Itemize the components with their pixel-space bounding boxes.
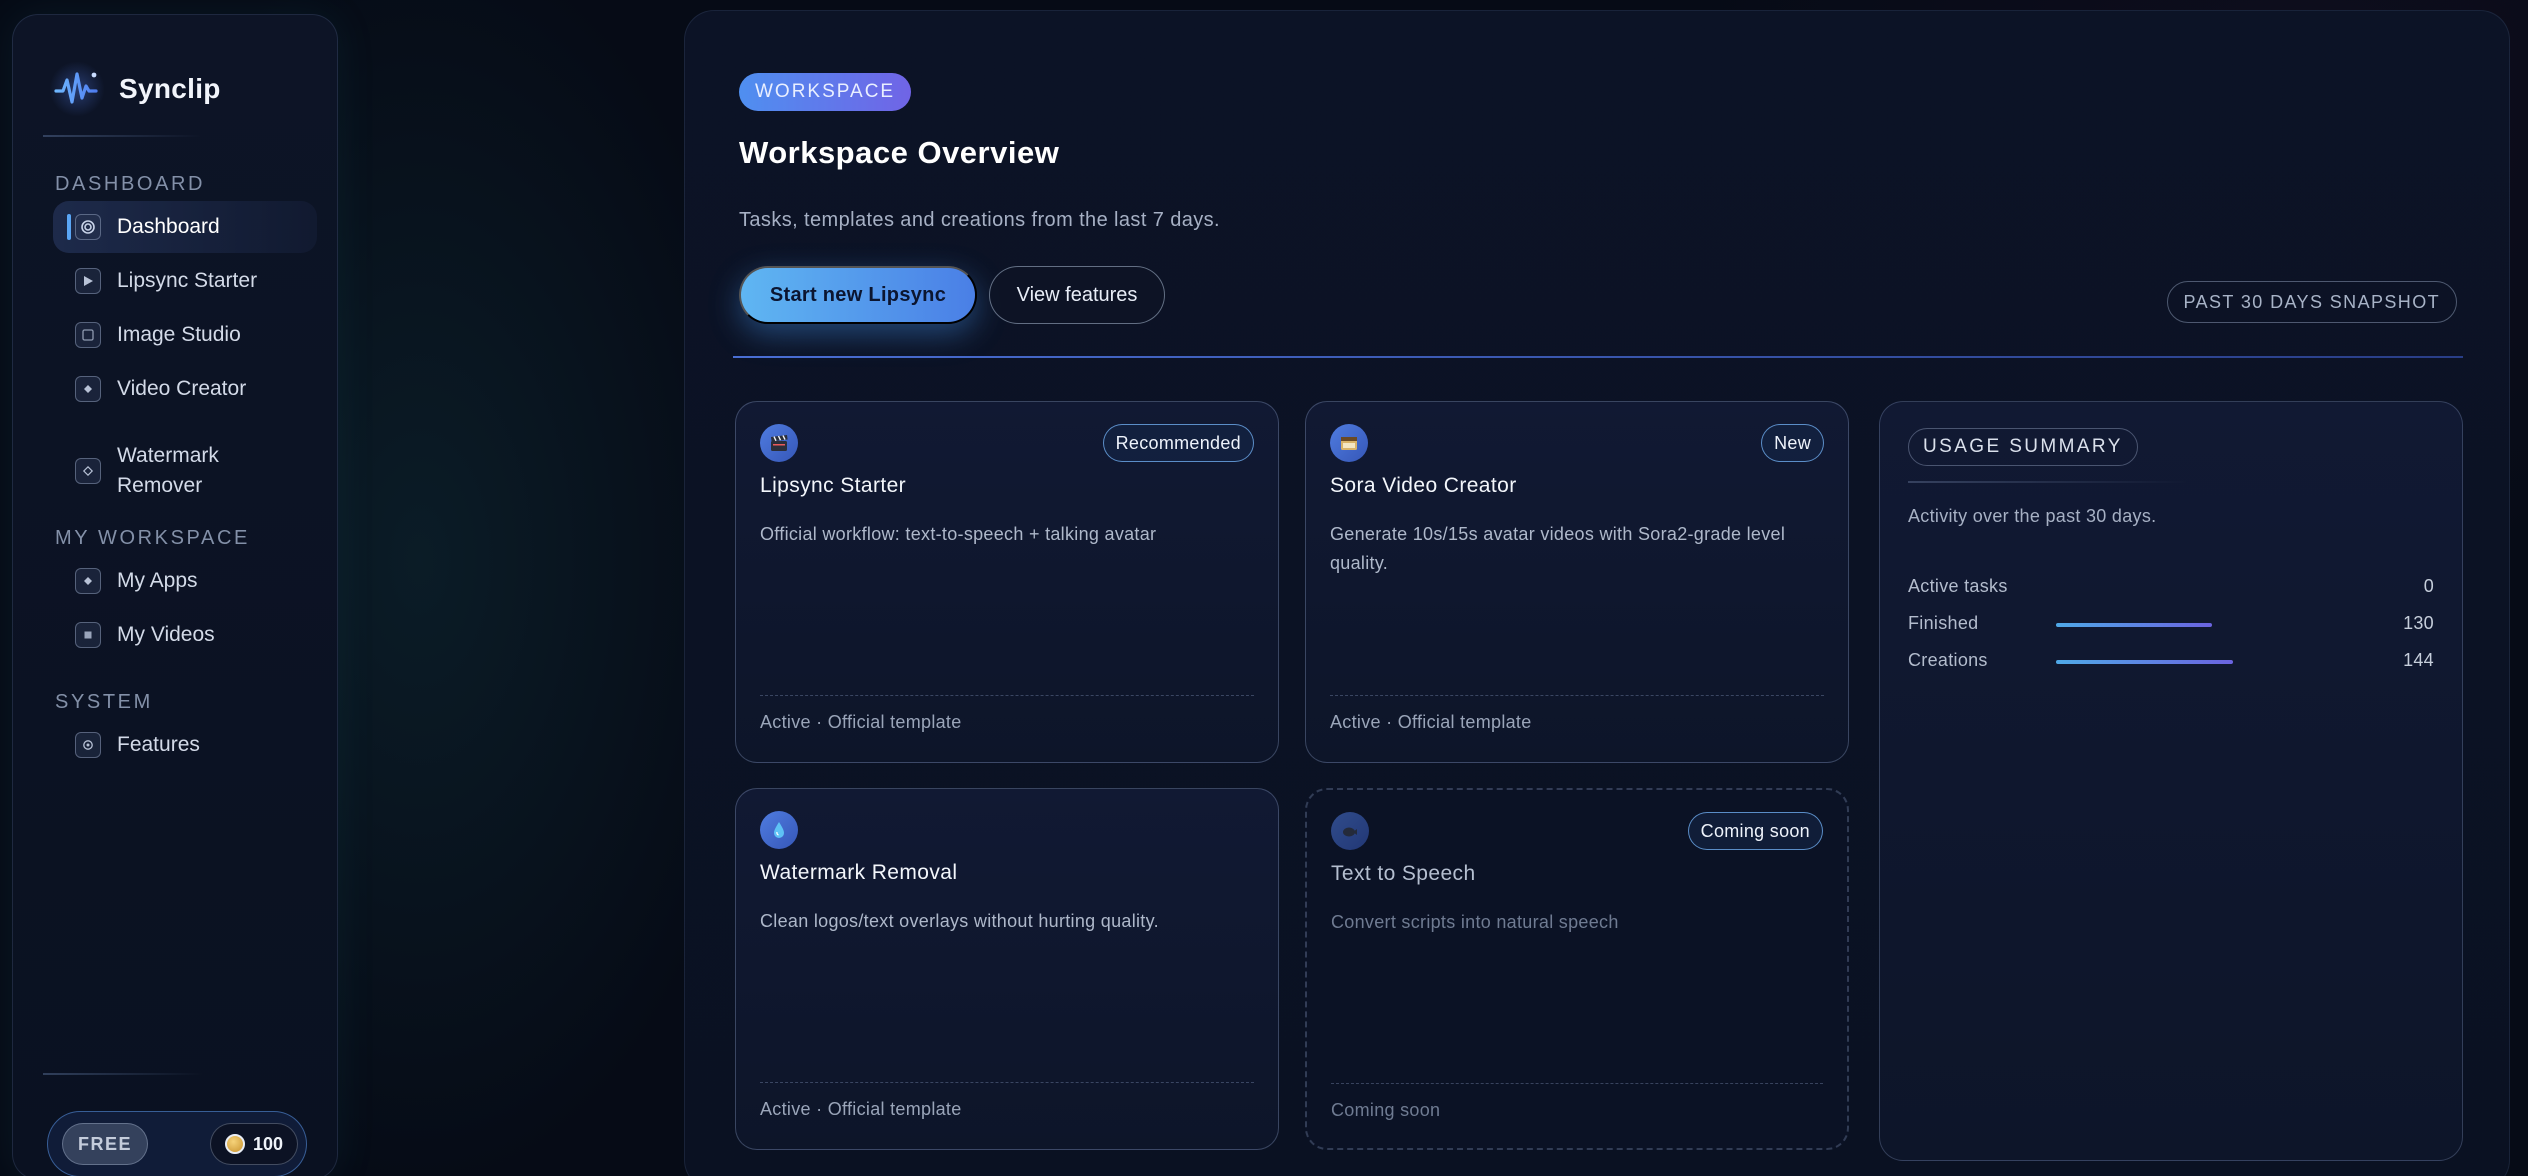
sidebar-item-label: Features [117, 733, 200, 756]
stat-value: 144 [2403, 650, 2434, 670]
card-sora-video-creator[interactable]: New Sora Video Creator Generate 10s/15s … [1305, 401, 1849, 763]
card-divider [1331, 1083, 1823, 1084]
card-divider [760, 695, 1254, 696]
header-divider [733, 356, 2463, 358]
card-description: Convert scripts into natural speech [1331, 912, 1619, 932]
sidebar-item-label: Dashboard [117, 215, 220, 238]
card-watermark-removal[interactable]: Watermark Removal Clean logos/text overl… [735, 788, 1279, 1150]
card-text-to-speech: Coming soon Text to Speech Convert scrip… [1305, 788, 1849, 1150]
card-footer: Active · Official template [760, 1099, 962, 1119]
stat-value: 130 [2403, 613, 2434, 633]
sidebar-item-dashboard[interactable]: Dashboard [53, 201, 317, 253]
stat-value: 0 [2423, 576, 2434, 596]
diamond-outline-icon [75, 458, 101, 484]
brand-name: Synclip [119, 73, 221, 104]
waveform-logo-icon [49, 61, 105, 117]
card-divider [760, 1082, 1254, 1083]
sidebar-item-label: Image Studio [117, 323, 241, 346]
stat-bar [2056, 623, 2316, 627]
sidebar-item-label: Lipsync Starter [117, 269, 258, 292]
diamond-icon [75, 376, 101, 402]
plan-pill[interactable]: FREE 100 [47, 1111, 307, 1176]
sidebar-divider [43, 1073, 203, 1075]
sidebar-item-image-studio[interactable]: Image Studio [53, 309, 317, 361]
stat-label: Creations [1908, 650, 1988, 670]
image-icon [75, 322, 101, 348]
gear-icon [75, 732, 101, 758]
diamond-icon [75, 568, 101, 594]
play-icon [75, 268, 101, 294]
card-badge: Recommended [1102, 424, 1254, 462]
stat-active-tasks: Active tasks 0 [1908, 572, 2434, 602]
sidebar-item-video-creator[interactable]: Video Creator [53, 363, 317, 415]
page-title: Workspace Overview [739, 135, 1060, 170]
page-subtitle: Tasks, templates and creations from the … [739, 209, 1221, 231]
usage-subtitle: Activity over the past 30 days. [1908, 506, 2157, 526]
stat-creations: Creations 144 [1908, 646, 2434, 676]
sidebar-item-features[interactable]: Features [53, 719, 317, 771]
dashboard-icon [75, 214, 101, 240]
view-features-button[interactable]: View features [989, 266, 1165, 324]
brand[interactable]: Synclip [49, 61, 221, 117]
speech-icon [1331, 812, 1369, 850]
card-title: Text to Speech [1331, 862, 1476, 885]
clapperboard-icon [760, 424, 798, 462]
coin-icon [224, 1134, 245, 1154]
sidebar-section-dashboard: DASHBOARD [55, 173, 206, 195]
usage-summary-title: USAGE SUMMARY [1908, 428, 2138, 466]
card-footer: Active · Official template [1330, 712, 1532, 732]
card-badge: New [1761, 424, 1824, 462]
snapshot-badge: PAST 30 DAYS SNAPSHOT [2166, 281, 2457, 323]
plan-badge[interactable]: FREE [62, 1123, 148, 1165]
sidebar-item-label: Video Creator [117, 377, 247, 400]
sidebar-item-label: My Videos [117, 623, 215, 646]
stat-bar-fill [2056, 660, 2233, 664]
stat-bar [2056, 660, 2316, 664]
card-divider [1330, 695, 1824, 696]
sidebar-section-system: SYSTEM [55, 691, 153, 713]
stat-bar-fill [2056, 623, 2212, 627]
film-icon [1330, 424, 1368, 462]
sidebar-item-watermark-remover[interactable]: Watermark Remover [53, 431, 317, 511]
sidebar-item-label: My Apps [117, 569, 198, 592]
card-title: Watermark Removal [760, 861, 958, 884]
droplet-icon [760, 811, 798, 849]
card-footer: Coming soon [1331, 1100, 1441, 1120]
sidebar-item-my-apps[interactable]: My Apps [53, 555, 317, 607]
card-title: Lipsync Starter [760, 474, 907, 497]
sidebar: Synclip DASHBOARD Dashboard Lipsync Star… [12, 14, 338, 1176]
card-title: Sora Video Creator [1330, 474, 1517, 497]
sidebar-item-label: Watermark Remover [117, 444, 219, 497]
usage-divider [1908, 481, 2188, 483]
card-description: Clean logos/text overlays without hurtin… [760, 911, 1159, 931]
usage-summary-panel: USAGE SUMMARY Activity over the past 30 … [1879, 401, 2463, 1161]
stat-bar [2056, 586, 2316, 590]
square-icon [75, 622, 101, 648]
stat-label: Finished [1908, 613, 1979, 633]
stat-label: Active tasks [1908, 576, 2008, 596]
sidebar-item-my-videos[interactable]: My Videos [53, 609, 317, 661]
stat-finished: Finished 130 [1908, 609, 2434, 639]
card-badge: Coming soon [1687, 812, 1823, 850]
start-new-lipsync-button[interactable]: Start new Lipsync [739, 266, 977, 324]
sidebar-section-my-workspace: MY WORKSPACE [55, 527, 250, 549]
credits-badge[interactable]: 100 [210, 1123, 298, 1165]
card-lipsync-starter[interactable]: Recommended Lipsync Starter Official wor… [735, 401, 1279, 763]
card-description: Generate 10s/15s avatar videos with Sora… [1330, 524, 1786, 573]
section-eyebrow: WORKSPACE [739, 73, 912, 111]
credits-value: 100 [252, 1133, 284, 1154]
sidebar-divider [43, 135, 203, 137]
sidebar-item-lipsync-starter[interactable]: Lipsync Starter [53, 255, 317, 307]
main-panel: WORKSPACE Workspace Overview Tasks, temp… [684, 10, 2510, 1176]
card-description: Official workflow: text-to-speech + talk… [760, 524, 1157, 544]
card-footer: Active · Official template [760, 712, 962, 732]
